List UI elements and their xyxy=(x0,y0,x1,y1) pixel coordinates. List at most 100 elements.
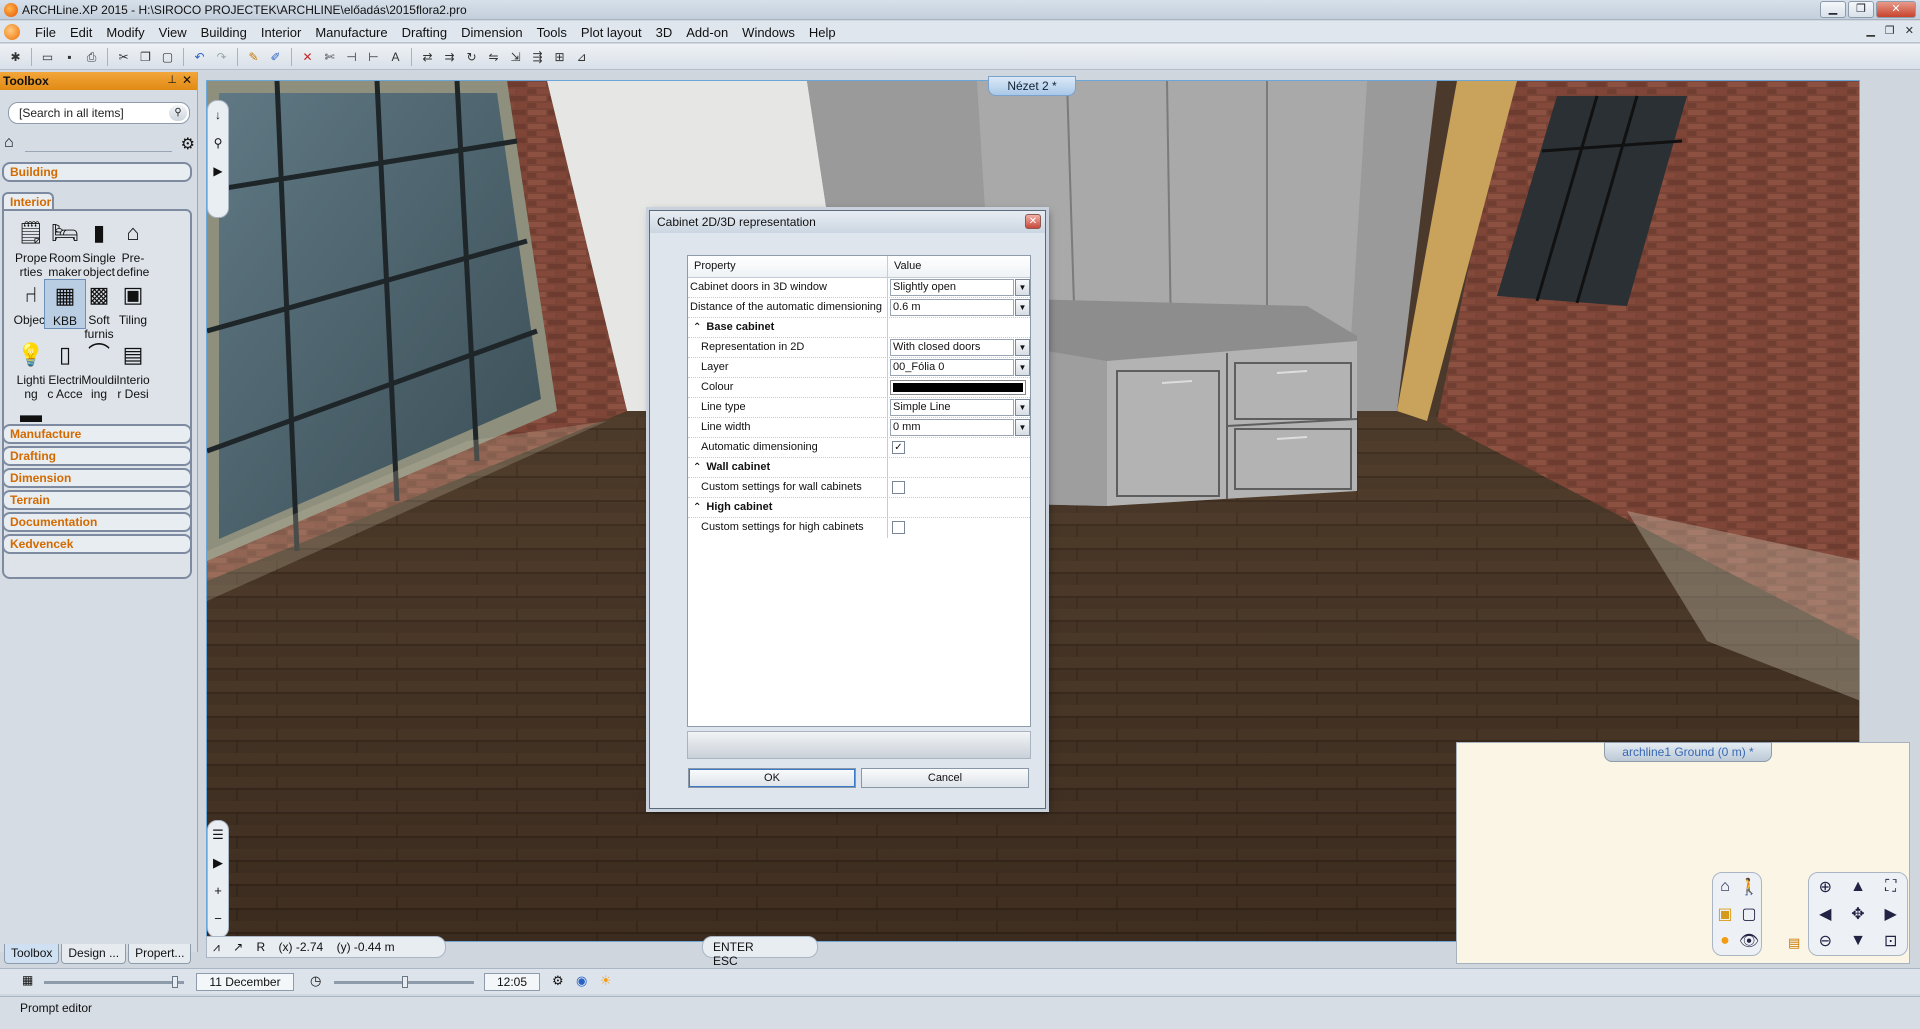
app-menu-icon[interactable] xyxy=(4,24,20,40)
menu-help[interactable]: Help xyxy=(802,25,843,40)
tab-ground-floor[interactable]: archline1 Ground (0 m) * xyxy=(1604,742,1772,762)
redo-icon[interactable]: ↷ xyxy=(212,48,231,66)
menu-drafting[interactable]: Drafting xyxy=(395,25,455,40)
chevron-down-icon[interactable]: ▼ xyxy=(1015,419,1030,436)
close-button[interactable]: ✕ xyxy=(1876,1,1916,18)
time-slider[interactable] xyxy=(334,976,474,988)
move-icon[interactable]: ⇄ xyxy=(418,48,437,66)
tab-properties[interactable]: Propert... xyxy=(128,944,192,964)
pan-down-icon[interactable]: ↓ xyxy=(208,101,228,129)
auto-dimensioning-checkbox[interactable]: ✓ xyxy=(892,441,905,454)
zoom-in-icon[interactable]: ⊕ xyxy=(1809,873,1842,900)
plus-icon[interactable]: + xyxy=(208,877,228,905)
trim-icon[interactable]: ✄ xyxy=(320,48,339,66)
category-drafting[interactable]: Drafting xyxy=(2,446,192,466)
paste-icon[interactable]: ▢ xyxy=(158,48,177,66)
date-slider[interactable] xyxy=(44,976,184,988)
high-custom-checkbox[interactable] xyxy=(892,521,905,534)
menu-edit[interactable]: Edit xyxy=(63,25,99,40)
copy-move-icon[interactable]: ⇉ xyxy=(440,48,459,66)
menu-tools[interactable]: Tools xyxy=(530,25,574,40)
brush-icon[interactable]: ✐ xyxy=(266,48,285,66)
eye-icon[interactable]: 👁 xyxy=(1737,928,1761,955)
sun-settings-icon[interactable]: ☀ xyxy=(600,973,612,989)
mdi-minimize-button[interactable]: ▁ xyxy=(1866,24,1874,37)
mdi-close-button[interactable]: ✕ xyxy=(1905,24,1914,37)
text-icon[interactable]: A xyxy=(386,48,405,66)
play-icon[interactable]: ▶ xyxy=(208,157,228,185)
category-building[interactable]: Building xyxy=(2,162,192,182)
cancel-button[interactable]: Cancel xyxy=(861,768,1029,788)
arrow-down-icon[interactable]: ▼ xyxy=(1842,928,1875,955)
delete-icon[interactable]: ✕ xyxy=(298,48,317,66)
zoom-window-icon[interactable]: ⊡ xyxy=(1874,928,1907,955)
home-icon[interactable]: ⌂ xyxy=(4,134,14,152)
offset-icon[interactable]: ⇶ xyxy=(528,48,547,66)
gear-icon[interactable]: ⚙ xyxy=(181,134,195,154)
menu-interior[interactable]: Interior xyxy=(254,25,308,40)
tab-design-center[interactable]: Design ... xyxy=(61,944,127,964)
date-field[interactable]: 11 December xyxy=(196,973,294,991)
zoom-out-icon[interactable]: ⊖ xyxy=(1809,928,1842,955)
arrow-right-icon[interactable]: ▶ xyxy=(1874,900,1907,927)
tool-interior-design[interactable]: ▤ Interio r Desi xyxy=(112,339,154,402)
menu-manufacture[interactable]: Manufacture xyxy=(308,25,394,40)
collapse-icon[interactable]: ⌃ xyxy=(693,462,701,473)
minus-icon[interactable]: − xyxy=(208,905,228,933)
snap-icon[interactable]: ⩘ xyxy=(213,940,220,954)
rotate-icon[interactable]: ↻ xyxy=(462,48,481,66)
perspective-icon[interactable]: ⌂ xyxy=(1713,873,1737,900)
chevron-down-icon[interactable]: ▼ xyxy=(1015,359,1030,376)
tab-toolbox[interactable]: Toolbox xyxy=(4,944,60,964)
copy-icon[interactable]: ❐ xyxy=(136,48,155,66)
category-dimension[interactable]: Dimension xyxy=(2,468,192,488)
mdi-restore-button[interactable]: ❐ xyxy=(1885,24,1895,37)
clock-icon[interactable]: ◷ xyxy=(310,973,321,989)
category-manufacture[interactable]: Manufacture xyxy=(2,424,192,444)
chevron-down-icon[interactable]: ▼ xyxy=(1015,399,1030,416)
print-icon[interactable]: ⎙ xyxy=(82,48,101,66)
category-kedvencek[interactable]: Kedvencek xyxy=(2,534,192,554)
relative-icon[interactable]: R xyxy=(257,940,266,954)
axis-icon[interactable]: ↗ xyxy=(233,940,243,954)
arrow-up-icon[interactable]: ▲ xyxy=(1842,873,1875,900)
group-high-cabinet[interactable]: ⌃ High cabinet xyxy=(688,498,1030,518)
layer-dropdown[interactable]: 00_Fólia 0 xyxy=(890,359,1014,376)
align-left-icon[interactable]: ⊣ xyxy=(342,48,361,66)
colour-picker[interactable] xyxy=(890,380,1026,395)
tool-predefine[interactable]: ⌂ Pre- define xyxy=(112,217,154,280)
menu-plot-layout[interactable]: Plot layout xyxy=(574,25,649,40)
group-base-cabinet[interactable]: ⌃ Base cabinet xyxy=(688,318,1030,338)
box-icon[interactable]: ▣ xyxy=(1713,900,1737,927)
new-file-icon[interactable]: ✱ xyxy=(6,48,25,66)
restore-button[interactable]: ❐ xyxy=(1848,1,1874,18)
menu-building[interactable]: Building xyxy=(194,25,254,40)
pick-icon[interactable]: ✎ xyxy=(244,48,263,66)
cut-icon[interactable]: ✂ xyxy=(114,48,133,66)
category-terrain[interactable]: Terrain xyxy=(2,490,192,510)
time-field[interactable]: 12:05 xyxy=(484,973,540,991)
zoom-icon[interactable]: ⚲ xyxy=(208,129,228,157)
layers-icon[interactable]: ▤ xyxy=(1788,935,1800,951)
line-type-dropdown[interactable]: Simple Line xyxy=(890,399,1014,416)
dialog-close-button[interactable]: ✕ xyxy=(1025,214,1041,229)
cube-icon[interactable]: ▢ xyxy=(1737,900,1761,927)
menu-add-on[interactable]: Add-on xyxy=(679,25,735,40)
calendar-icon[interactable]: ▦ xyxy=(22,973,33,987)
globe-icon[interactable]: ◉ xyxy=(576,973,587,989)
collapse-icon[interactable]: ⌃ xyxy=(693,502,701,513)
wall-custom-checkbox[interactable] xyxy=(892,481,905,494)
measure-icon[interactable]: ⊿ xyxy=(572,48,591,66)
walk-icon[interactable]: 🚶 xyxy=(1737,873,1761,900)
save-icon[interactable]: ▪ xyxy=(60,48,79,66)
pin-icon[interactable]: ⊥ xyxy=(167,73,177,86)
representation-dropdown[interactable]: With closed doors xyxy=(890,339,1014,356)
category-documentation[interactable]: Documentation xyxy=(2,512,192,532)
toolbox-search-input[interactable]: [Search in all items] ⚲ xyxy=(8,102,190,124)
menu-modify[interactable]: Modify xyxy=(99,25,151,40)
array-icon[interactable]: ⊞ xyxy=(550,48,569,66)
dim-distance-dropdown[interactable]: 0.6 m xyxy=(890,299,1014,316)
arrow-left-icon[interactable]: ◀ xyxy=(1809,900,1842,927)
zoom-extents-icon[interactable]: ⛶ xyxy=(1874,873,1907,900)
stretch-icon[interactable]: ⇲ xyxy=(506,48,525,66)
